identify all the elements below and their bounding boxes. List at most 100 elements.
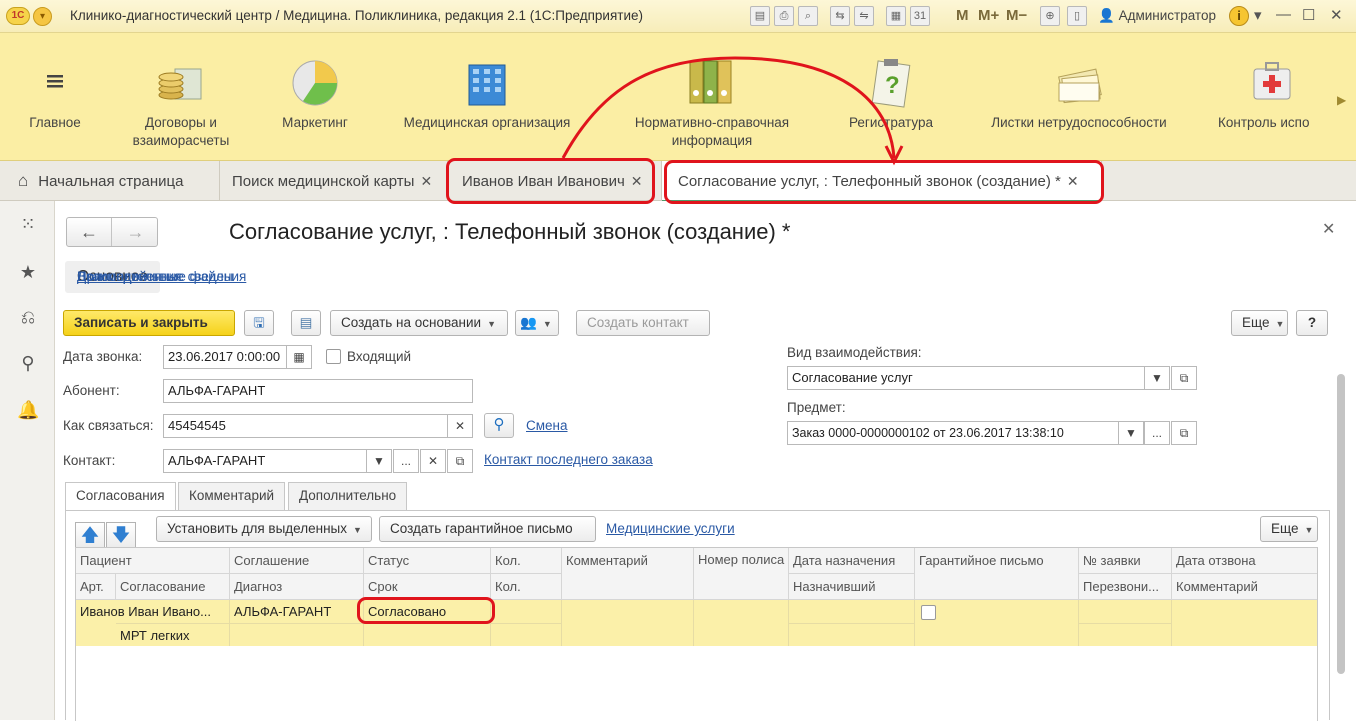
search-icon[interactable]: ⚲: [17, 352, 39, 374]
help-button[interactable]: ?: [1296, 310, 1328, 336]
tab-home[interactable]: ⌂ Начальная страница: [0, 161, 220, 201]
clear-icon[interactable]: ✕: [420, 449, 446, 473]
column-header[interactable]: Диагноз: [230, 574, 364, 600]
notifications-bell-icon[interactable]: 🔔: [17, 399, 39, 421]
open-icon[interactable]: ⧉: [1171, 366, 1197, 390]
tab-comment[interactable]: Комментарий: [178, 482, 286, 510]
section-registry[interactable]: ? Регистратура: [836, 33, 946, 161]
quantity2-cell[interactable]: [491, 623, 562, 646]
interaction-type-field[interactable]: Согласование услуг: [787, 366, 1145, 390]
user-name[interactable]: 👤 Администратор: [1098, 8, 1216, 24]
column-header[interactable]: № заявки: [1079, 548, 1172, 574]
column-header[interactable]: Номер полиса: [694, 548, 789, 600]
back-arrow-icon[interactable]: ←: [67, 218, 112, 246]
guarantee-letter-cell[interactable]: [915, 600, 1079, 646]
close-form-icon[interactable]: ✕: [1322, 219, 1335, 239]
open-icon[interactable]: ⧉: [447, 449, 473, 473]
medical-services-link[interactable]: Медицинские услуги: [606, 521, 735, 536]
section-marketing[interactable]: Маркетинг: [268, 33, 362, 161]
column-header[interactable]: Арт.: [76, 574, 116, 600]
maximize-button[interactable]: ☐: [1302, 6, 1315, 24]
agreement-cell[interactable]: АЛЬФА-ГАРАНТ: [230, 600, 364, 623]
clear-icon[interactable]: ✕: [447, 414, 473, 438]
column-header[interactable]: Перезвони...: [1079, 574, 1172, 600]
save-disk-icon[interactable]: 🖫: [244, 310, 274, 336]
m-minus-button[interactable]: M−: [1006, 7, 1027, 24]
calculator-icon[interactable]: ▦: [886, 6, 906, 26]
favorites-star-icon[interactable]: ★: [17, 261, 39, 283]
tab-additional[interactable]: Дополнительно: [288, 482, 408, 510]
tab-card-search[interactable]: Поиск медицинской карты ✕: [220, 161, 448, 201]
chevron-down-icon[interactable]: ▼: [366, 449, 392, 473]
comment-cell[interactable]: [562, 600, 694, 646]
section-contracts[interactable]: Договоры и взаиморасчеты: [112, 33, 250, 161]
column-header[interactable]: Согласование: [116, 574, 230, 600]
select-ellipsis-button[interactable]: ...: [1144, 421, 1170, 445]
quantity-cell[interactable]: [491, 600, 562, 623]
column-header[interactable]: Кол.: [491, 574, 562, 600]
m-button[interactable]: M: [956, 7, 969, 24]
chevron-down-icon[interactable]: ▼: [1144, 366, 1170, 390]
create-based-on-button[interactable]: Создать на основании ▼: [330, 310, 508, 336]
users-group-icon[interactable]: 👥 ▼: [515, 310, 559, 336]
tab-approvals[interactable]: Согласования: [65, 482, 176, 511]
print-icon[interactable]: ⎙: [774, 6, 794, 26]
policy-number-cell[interactable]: [694, 600, 789, 646]
section-sick-leave[interactable]: Листки нетрудоспособности: [974, 33, 1184, 161]
create-guarantee-letter-button[interactable]: Создать гарантийное письмо: [379, 516, 596, 542]
info-icon[interactable]: i: [1229, 6, 1249, 26]
set-for-selected-button[interactable]: Установить для выделенных ▼: [156, 516, 372, 542]
column-header[interactable]: Кол.: [491, 548, 562, 574]
move-down-arrow-icon[interactable]: 🡇: [106, 522, 136, 548]
section-main[interactable]: Главное: [18, 33, 92, 161]
column-header[interactable]: Гарантийное письмо: [915, 548, 1079, 600]
diagnosis-cell[interactable]: [230, 623, 364, 646]
forward-arrow-icon[interactable]: →: [113, 218, 158, 246]
column-header[interactable]: Соглашение: [230, 548, 364, 574]
contact-field[interactable]: АЛЬФА-ГАРАНТ: [163, 449, 367, 473]
link-icon[interactable]: ⇆: [830, 6, 850, 26]
column-header[interactable]: Статус: [364, 548, 491, 574]
open-icon[interactable]: ⧉: [1171, 421, 1197, 445]
select-ellipsis-button[interactable]: ...: [393, 449, 419, 473]
save-icon[interactable]: ▤: [750, 6, 770, 26]
guarantee-letter-checkbox[interactable]: [921, 605, 936, 620]
minimize-button[interactable]: —: [1276, 6, 1291, 23]
all-functions-icon[interactable]: ⁙: [17, 213, 39, 235]
calendar-icon[interactable]: ▦: [286, 345, 312, 369]
callback-cell[interactable]: [1079, 623, 1172, 646]
column-header[interactable]: Дата отзвона: [1172, 548, 1317, 574]
request-number-cell[interactable]: [1079, 600, 1172, 623]
preview-icon[interactable]: ⌕: [798, 6, 818, 26]
vertical-scrollbar[interactable]: [1336, 366, 1346, 720]
subscriber-field[interactable]: АЛЬФА-ГАРАНТ: [163, 379, 473, 403]
call-date-field[interactable]: 23.06.2017 0:00:00: [163, 345, 287, 369]
column-header[interactable]: Комментарий: [1172, 574, 1317, 600]
more-button[interactable]: Еще ▼: [1260, 516, 1318, 542]
scroll-right-icon[interactable]: ▶: [1337, 93, 1346, 107]
m-plus-button[interactable]: M+: [978, 7, 999, 24]
service-cell[interactable]: МРТ легких: [116, 623, 230, 646]
chevron-down-icon[interactable]: ▼: [1118, 421, 1144, 445]
save-and-close-button[interactable]: Записать и закрыть: [63, 310, 235, 336]
more-button[interactable]: Еще ▼: [1231, 310, 1288, 336]
document-list-icon[interactable]: ▤: [291, 310, 321, 336]
term-cell[interactable]: [364, 623, 491, 646]
main-menu-button[interactable]: ▾: [33, 7, 52, 26]
tab-additional-info[interactable]: Дополнительные сведения: [65, 261, 258, 293]
how-to-contact-field[interactable]: 45454545: [163, 414, 449, 438]
history-icon[interactable]: ⎌: [17, 306, 39, 328]
incoming-checkbox[interactable]: [326, 349, 341, 364]
move-up-arrow-icon[interactable]: 🡅: [75, 522, 105, 548]
section-control[interactable]: Контроль испо: [1212, 33, 1332, 161]
panels-icon[interactable]: ▯: [1067, 6, 1087, 26]
column-header[interactable]: Назначивший: [789, 574, 915, 600]
last-order-contact-link[interactable]: Контакт последнего заказа: [484, 452, 653, 467]
close-icon[interactable]: ✕: [420, 173, 432, 189]
section-reference[interactable]: Нормативно-справочная информация: [612, 33, 812, 161]
column-header[interactable]: Комментарий: [562, 548, 694, 600]
scrollbar-thumb[interactable]: [1337, 374, 1345, 674]
zoom-icon[interactable]: ⊕: [1040, 6, 1060, 26]
column-header[interactable]: Пациент: [76, 548, 230, 574]
appointment-date-cell[interactable]: [789, 600, 915, 623]
